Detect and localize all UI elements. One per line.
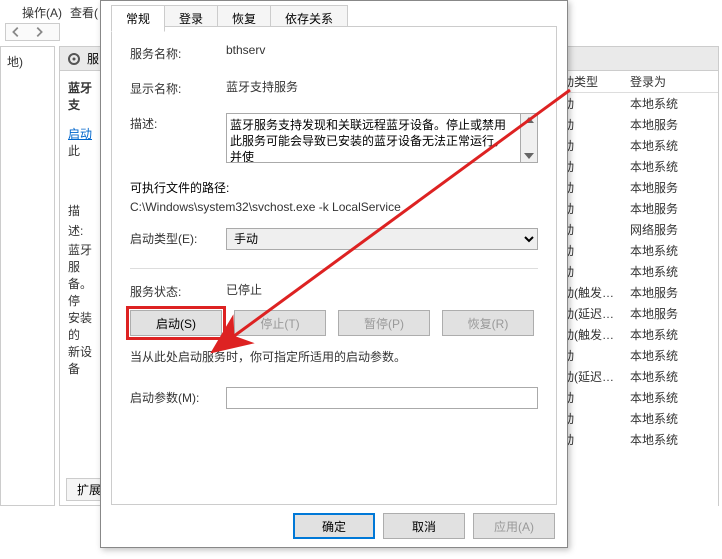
service-row[interactable]: 动本地系统 bbox=[558, 261, 718, 282]
start-button[interactable]: 启动(S) bbox=[130, 310, 222, 336]
apply-button: 应用(A) bbox=[473, 513, 555, 539]
dialog-button-bar: 确定 取消 应用(A) bbox=[293, 513, 555, 539]
tree-node[interactable]: 地) bbox=[7, 55, 23, 69]
toolbar-back-icon[interactable] bbox=[9, 25, 23, 39]
label-service-status: 服务状态: bbox=[130, 281, 226, 300]
service-row[interactable]: 动本地系统 bbox=[558, 387, 718, 408]
description-textarea[interactable] bbox=[226, 113, 521, 163]
label-exe-path: 可执行文件的路径: bbox=[130, 179, 538, 196]
value-display-name: 蓝牙支持服务 bbox=[226, 78, 538, 95]
menu-action[interactable]: 操作(A) bbox=[22, 4, 62, 21]
service-row[interactable]: 动(延迟…本地服务 bbox=[558, 303, 718, 324]
pause-button: 暂停(P) bbox=[338, 310, 430, 336]
tree-sidebar: 地) bbox=[0, 46, 55, 506]
service-row[interactable]: 动网络服务 bbox=[558, 219, 718, 240]
value-exe-path: C:\Windows\system32\svchost.exe -k Local… bbox=[130, 200, 538, 214]
resume-button: 恢复(R) bbox=[442, 310, 534, 336]
service-row[interactable]: 动本地系统 bbox=[558, 429, 718, 450]
service-row[interactable]: 动本地系统 bbox=[558, 135, 718, 156]
service-row[interactable]: 动(延迟…本地系统 bbox=[558, 366, 718, 387]
service-row[interactable]: 动(触发…本地系统 bbox=[558, 324, 718, 345]
service-row[interactable]: 动本地系统 bbox=[558, 345, 718, 366]
stop-button: 停止(T) bbox=[234, 310, 326, 336]
start-link-tail: 此 bbox=[68, 144, 80, 158]
service-properties-dialog: 常规 登录 恢复 依存关系 服务名称: bthserv 显示名称: 蓝牙支持服务… bbox=[100, 0, 568, 548]
ok-button[interactable]: 确定 bbox=[293, 513, 375, 539]
description-scrollbar[interactable] bbox=[521, 113, 538, 163]
service-row[interactable]: 动本地系统 bbox=[558, 240, 718, 261]
label-startup-type: 启动类型(E): bbox=[130, 228, 226, 247]
col-logon-as[interactable]: 登录为 bbox=[626, 73, 714, 90]
label-display-name: 显示名称: bbox=[130, 78, 226, 97]
value-service-status: 已停止 bbox=[226, 281, 538, 298]
service-row[interactable]: 动本地系统 bbox=[558, 93, 718, 114]
panel-title: 服 bbox=[87, 50, 99, 67]
tab-general[interactable]: 常规 bbox=[111, 5, 165, 32]
cancel-button[interactable]: 取消 bbox=[383, 513, 465, 539]
grid-header: 动类型 登录为 bbox=[558, 71, 718, 93]
detail-desc: 蓝牙服 备。停 安装的 新设备 bbox=[68, 241, 92, 377]
startup-params-hint: 当从此处启动服务时，你可指定所适用的启动参数。 bbox=[130, 348, 538, 365]
toolbar bbox=[5, 23, 60, 41]
tab-general-body: 服务名称: bthserv 显示名称: 蓝牙支持服务 描述: 可执行文件的路径:… bbox=[111, 26, 557, 505]
service-row[interactable]: 动本地服务 bbox=[558, 177, 718, 198]
service-row[interactable]: 动本地系统 bbox=[558, 408, 718, 429]
menu-view[interactable]: 查看( bbox=[70, 4, 98, 21]
gear-icon bbox=[66, 51, 82, 67]
detail-desc-hdr: 描述: bbox=[68, 201, 92, 241]
service-title: 蓝牙支 bbox=[68, 79, 92, 113]
services-grid: 动类型 登录为 动本地系统动本地服务动本地系统动本地系统动本地服务动本地服务动网… bbox=[558, 71, 718, 551]
startup-type-select[interactable]: 手动 bbox=[226, 228, 538, 250]
service-row[interactable]: 动本地服务 bbox=[558, 198, 718, 219]
col-startup-type[interactable]: 动类型 bbox=[558, 73, 626, 90]
service-row[interactable]: 动(触发…本地服务 bbox=[558, 282, 718, 303]
menu-bar: 操作(A) 查看( bbox=[22, 4, 98, 21]
start-link[interactable]: 启动 bbox=[68, 127, 92, 141]
detail-pane: 蓝牙支 启动此 描述: 蓝牙服 备。停 安装的 新设备 bbox=[60, 71, 100, 501]
label-service-name: 服务名称: bbox=[130, 43, 226, 62]
separator bbox=[130, 268, 538, 269]
label-description: 描述: bbox=[130, 113, 226, 132]
service-row[interactable]: 动本地服务 bbox=[558, 114, 718, 135]
toolbar-forward-icon[interactable] bbox=[32, 25, 46, 39]
service-row[interactable]: 动本地系统 bbox=[558, 156, 718, 177]
label-startup-params: 启动参数(M): bbox=[130, 387, 226, 406]
startup-params-input[interactable] bbox=[226, 387, 538, 409]
value-service-name: bthserv bbox=[226, 43, 538, 57]
